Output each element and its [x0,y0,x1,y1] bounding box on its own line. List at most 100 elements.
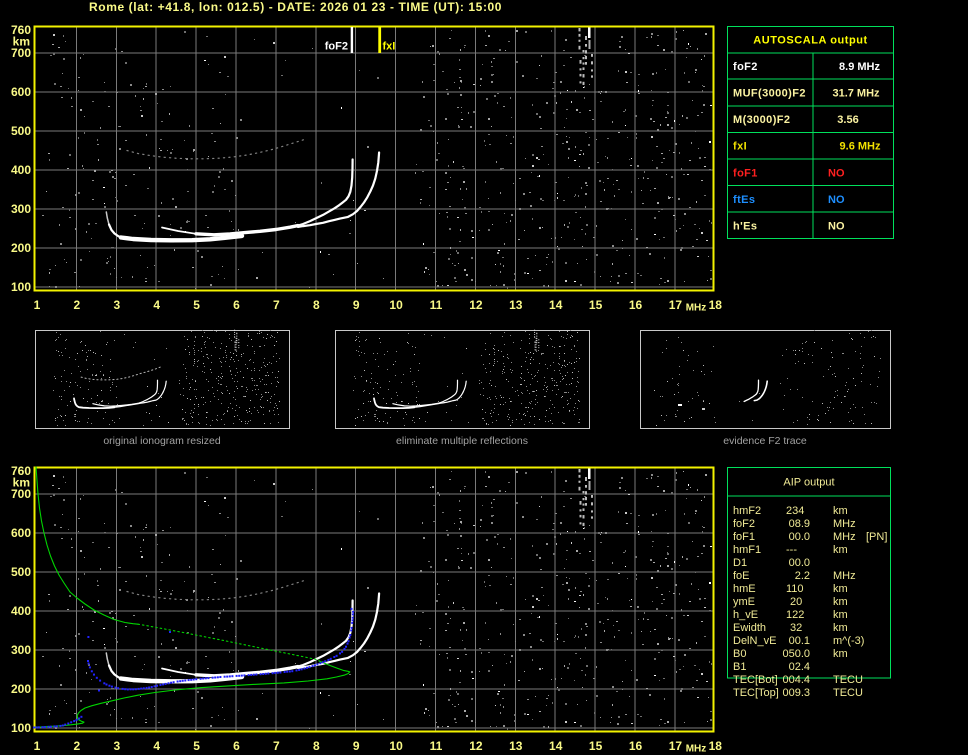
svg-text:9.6 MHz: 9.6 MHz [840,141,881,153]
svg-text:km: km [833,596,848,608]
svg-text:TEC[Top]: TEC[Top] [733,687,779,699]
svg-text:3: 3 [113,739,120,753]
svg-text:MHz: MHz [833,518,856,530]
svg-text:fxI: fxI [733,141,747,153]
svg-text:fxI: fxI [383,41,396,53]
svg-text:500: 500 [11,565,31,579]
svg-text:DelN_vE: DelN_vE [733,635,776,647]
svg-text:M(3000)F2: M(3000)F2 [733,114,790,126]
svg-text:02.4: 02.4 [789,661,810,673]
svg-text:3.56: 3.56 [837,114,858,126]
svg-text:4: 4 [153,739,160,753]
svg-text:NO: NO [828,220,845,232]
svg-text:foF2: foF2 [733,61,758,73]
svg-text:MHz: MHz [833,531,856,543]
svg-text:500: 500 [11,124,31,138]
svg-text:Ewidth: Ewidth [733,622,766,634]
svg-text:2: 2 [74,298,81,312]
svg-text:10: 10 [389,739,403,753]
svg-text:400: 400 [11,163,31,177]
svg-text:TECU: TECU [833,687,863,699]
svg-text:foF1: foF1 [733,167,758,179]
svg-text:00.0: 00.0 [789,531,810,543]
svg-text:32: 32 [790,622,802,634]
svg-text:7: 7 [273,739,280,753]
svg-text:TECU: TECU [833,674,863,686]
svg-text:h'Es: h'Es [733,220,757,232]
svg-text:600: 600 [11,85,31,99]
svg-text:8.9 MHz: 8.9 MHz [839,61,880,73]
svg-text:B0: B0 [733,648,746,660]
svg-text:300: 300 [11,643,31,657]
svg-text:16: 16 [629,298,643,312]
svg-text:11: 11 [430,739,443,753]
svg-text:15: 15 [589,739,603,753]
svg-text:1: 1 [34,739,41,753]
svg-text:600: 600 [11,526,31,540]
svg-text:1: 1 [34,298,41,312]
svg-text:00.1: 00.1 [789,635,810,647]
svg-text:18: 18 [709,739,723,753]
svg-text:400: 400 [11,604,31,618]
svg-text:6: 6 [233,298,240,312]
svg-text:AIP output: AIP output [783,477,834,489]
svg-text:18: 18 [709,298,723,312]
svg-text:foF1: foF1 [733,531,755,543]
svg-text:6: 6 [233,739,240,753]
svg-text:NO: NO [828,194,845,206]
svg-text:hmF2: hmF2 [733,505,761,517]
svg-text:200: 200 [11,241,31,255]
svg-text:12: 12 [469,739,483,753]
svg-text:110: 110 [786,583,804,595]
svg-text:009.3: 009.3 [782,687,810,699]
svg-text:200: 200 [11,682,31,696]
svg-text:08.9: 08.9 [789,518,810,530]
svg-text:foE: foE [733,570,750,582]
svg-text:16: 16 [629,739,643,753]
svg-text:B1: B1 [733,661,746,673]
svg-text:hmE: hmE [733,583,756,595]
svg-text:3: 3 [113,298,120,312]
svg-text:MUF(3000)F2: MUF(3000)F2 [733,88,806,100]
svg-text:km: km [833,622,848,634]
svg-text:11: 11 [430,298,443,312]
svg-text:AUTOSCALA output: AUTOSCALA output [753,35,868,47]
svg-text:km: km [833,648,848,660]
svg-text:9: 9 [353,298,360,312]
svg-text:12: 12 [469,298,483,312]
svg-text:2.2: 2.2 [795,570,810,582]
svg-text:100: 100 [11,721,31,735]
svg-text:km: km [833,505,848,517]
svg-text:TEC[Bot]: TEC[Bot] [733,674,778,686]
svg-text:km: km [13,35,30,49]
svg-text:004.4: 004.4 [782,674,810,686]
svg-text:foF2: foF2 [325,41,348,53]
svg-text:122: 122 [786,609,804,621]
svg-text:5: 5 [193,739,200,753]
svg-text:km: km [833,583,848,595]
svg-text:234: 234 [786,505,804,517]
svg-text:4: 4 [153,298,160,312]
svg-text:evidence F2 trace: evidence F2 trace [723,435,807,447]
svg-text:D1: D1 [733,557,747,569]
svg-text:2: 2 [74,739,81,753]
svg-text:13: 13 [509,739,523,753]
svg-text:20: 20 [790,596,802,608]
svg-text:15: 15 [589,298,603,312]
svg-text:300: 300 [11,202,31,216]
svg-text:050.0: 050.0 [782,648,810,660]
svg-text:original ionogram resized: original ionogram resized [103,435,220,447]
svg-text:foF2: foF2 [733,518,755,530]
svg-text:NO: NO [828,167,845,179]
svg-text:MHz: MHz [833,570,856,582]
svg-text:km: km [833,544,848,556]
svg-text:ftEs: ftEs [733,194,755,206]
svg-text:14: 14 [549,298,563,312]
svg-text:7: 7 [273,298,280,312]
svg-text:h_vE: h_vE [733,609,758,621]
svg-text:13: 13 [509,298,523,312]
svg-text:17: 17 [669,739,683,753]
svg-text:100: 100 [11,280,31,294]
svg-text:17: 17 [669,298,683,312]
svg-text:ymE: ymE [733,596,755,608]
